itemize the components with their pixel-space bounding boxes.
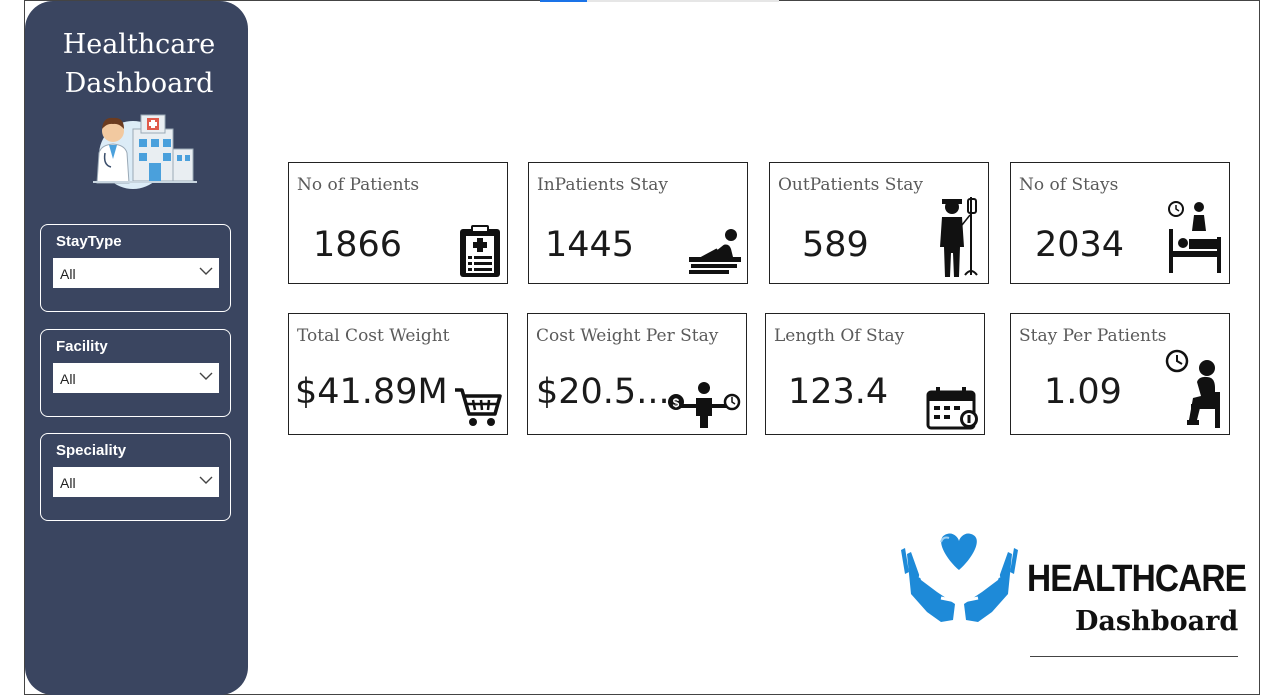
facility-dropdown-value: All bbox=[60, 371, 76, 387]
slicer-staytype: StayType All bbox=[40, 224, 231, 312]
shopping-cart-icon bbox=[455, 388, 502, 426]
iv-drip-patient-icon bbox=[940, 197, 978, 277]
card-value: 1445 bbox=[545, 225, 635, 265]
card-title: No of Patients bbox=[297, 175, 420, 195]
kpi-card-no-of-patients[interactable]: No of Patients 1866 bbox=[288, 162, 508, 284]
kpi-card-stay-per-patients[interactable]: Stay Per Patients 1.09 bbox=[1010, 313, 1230, 435]
card-title: OutPatients Stay bbox=[778, 175, 923, 195]
card-title: No of Stays bbox=[1019, 175, 1119, 195]
card-value: 1866 bbox=[313, 225, 403, 265]
card-value: $20.5... bbox=[536, 372, 670, 412]
speciality-dropdown[interactable]: All bbox=[53, 467, 219, 497]
staytype-dropdown[interactable]: All bbox=[53, 258, 219, 288]
svg-text:$: $ bbox=[673, 396, 680, 410]
kpi-card-outpatients-stay[interactable]: OutPatients Stay 589 bbox=[769, 162, 989, 284]
chevron-down-icon bbox=[199, 372, 213, 380]
patient-bed-icon bbox=[689, 229, 741, 274]
sidebar: Healthcare Dashboard StayType All Facili… bbox=[25, 1, 248, 695]
sidebar-title-line2: Dashboard bbox=[64, 68, 214, 99]
facility-dropdown[interactable]: All bbox=[53, 363, 219, 393]
speciality-dropdown-value: All bbox=[60, 475, 76, 491]
card-title: Cost Weight Per Stay bbox=[536, 326, 719, 346]
page-tab-indicator bbox=[540, 0, 587, 2]
logo-subtitle: Dashboard bbox=[1075, 606, 1239, 637]
page-tab-track bbox=[587, 0, 779, 2]
doctor-hospital-illustration bbox=[93, 114, 197, 189]
slicer-facility-label: Facility bbox=[56, 338, 108, 355]
card-value: $41.89M bbox=[295, 372, 448, 412]
calendar-icon bbox=[926, 387, 978, 430]
hospital-bed-icon bbox=[1168, 201, 1221, 273]
slicer-facility: Facility All bbox=[40, 329, 231, 417]
card-value: 2034 bbox=[1035, 225, 1125, 265]
card-value: 1.09 bbox=[1044, 372, 1122, 412]
slicer-staytype-label: StayType bbox=[56, 233, 122, 250]
staytype-dropdown-value: All bbox=[60, 266, 76, 282]
clipboard-icon bbox=[460, 225, 500, 277]
slicer-speciality: Speciality All bbox=[40, 433, 231, 521]
cost-balance-icon: $ bbox=[668, 382, 741, 428]
card-title: Total Cost Weight bbox=[297, 326, 450, 346]
card-title: InPatients Stay bbox=[537, 175, 668, 195]
kpi-card-inpatients-stay[interactable]: InPatients Stay 1445 bbox=[528, 162, 748, 284]
card-value: 123.4 bbox=[788, 372, 889, 412]
logo-wordmark: HEALTHCARE bbox=[1027, 558, 1247, 600]
kpi-card-cost-weight-per-stay[interactable]: Cost Weight Per Stay $20.5... $ bbox=[527, 313, 747, 435]
kpi-card-length-of-stay[interactable]: Length Of Stay 123.4 bbox=[765, 313, 985, 435]
logo-divider bbox=[1030, 656, 1238, 657]
card-title: Length Of Stay bbox=[774, 326, 905, 346]
card-value: 589 bbox=[802, 225, 869, 265]
kpi-card-total-cost-weight[interactable]: Total Cost Weight $41.89M bbox=[288, 313, 508, 435]
heart-hands-icon bbox=[901, 533, 1018, 622]
sidebar-title-line1: Healthcare bbox=[62, 29, 216, 60]
sidebar-title: Healthcare Dashboard bbox=[25, 25, 253, 103]
kpi-card-no-of-stays[interactable]: No of Stays 2034 bbox=[1010, 162, 1230, 284]
healthcare-logo: HEALTHCARE Dashboard bbox=[897, 532, 1247, 662]
waiting-person-icon bbox=[1165, 349, 1220, 428]
slicer-speciality-label: Speciality bbox=[56, 442, 127, 459]
chevron-down-icon bbox=[199, 476, 213, 484]
card-title: Stay Per Patients bbox=[1019, 326, 1167, 346]
chevron-down-icon bbox=[199, 267, 213, 275]
